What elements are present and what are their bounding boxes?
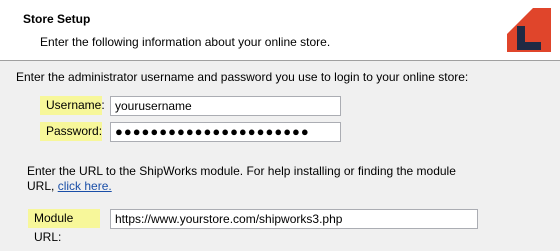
page-subtitle: Enter the following information about yo… — [40, 35, 331, 49]
help-link[interactable]: click here. — [58, 179, 112, 193]
shipworks-logo-icon — [507, 8, 551, 52]
module-url-input[interactable]: https://www.yourstore.com/shipworks3.php — [110, 209, 478, 229]
store-setup-form: Enter the administrator username and pas… — [0, 61, 560, 251]
module-instructions-line2: URL, click here. — [27, 179, 112, 193]
wizard-header: Store Setup Enter the following informat… — [0, 0, 560, 61]
module-instructions-line1: Enter the URL to the ShipWorks module. F… — [27, 164, 456, 178]
credentials-instructions: Enter the administrator username and pas… — [16, 70, 469, 84]
module-instructions-prefix: URL, — [27, 179, 58, 193]
username-input[interactable]: yourusername — [110, 96, 341, 116]
password-label: Password: — [40, 122, 102, 141]
username-label: Username: — [40, 96, 105, 115]
password-input[interactable]: ●●●●●●●●●●●●●●●●●●●●●● — [110, 122, 341, 142]
page-title: Store Setup — [23, 12, 91, 26]
module-url-label: Module URL: — [28, 209, 100, 244]
